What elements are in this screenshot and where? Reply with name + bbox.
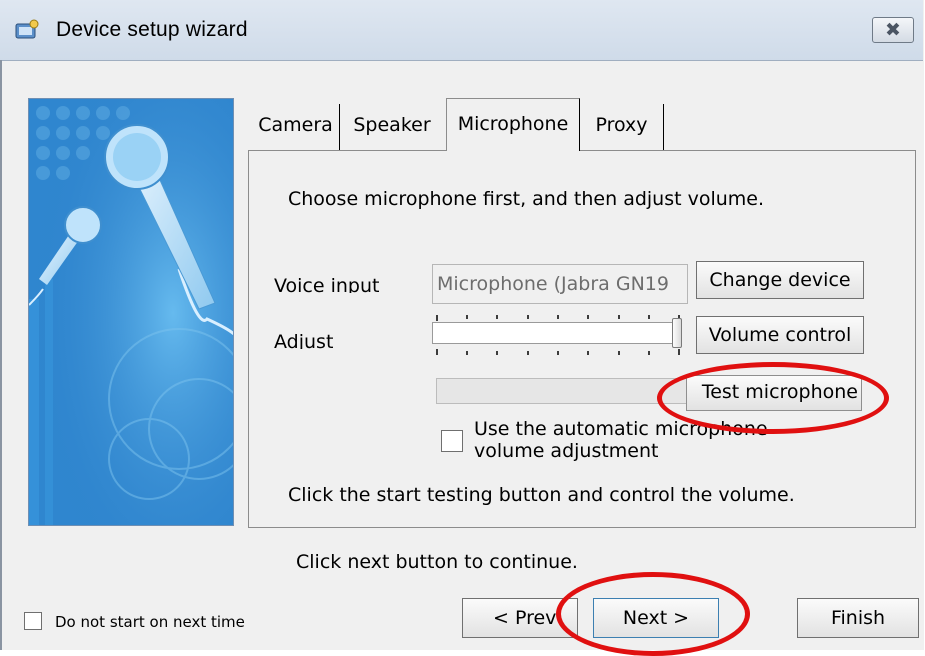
tab-microphone-label: Microphone <box>457 113 569 135</box>
change-device-button[interactable]: Change device <box>696 261 864 299</box>
window-border <box>0 60 2 650</box>
next-label: Next > <box>622 607 690 629</box>
slider-ticks-top <box>436 315 680 321</box>
voice-input-value: Microphone (Jabra GN19 <box>437 273 669 295</box>
volume-slider-thumb[interactable] <box>672 318 682 348</box>
microphone-banner-image <box>28 98 234 526</box>
device-setup-window: Device setup wizard ✖ Camera Speaker Mic… <box>0 0 924 656</box>
volume-control-button[interactable]: Volume control <box>696 316 864 354</box>
tab-camera-label: Camera <box>258 114 333 136</box>
title-bar: Device setup wizard ✖ <box>0 0 923 61</box>
voice-input-label: Voice input <box>274 275 380 293</box>
finish-label: Finish <box>830 607 886 629</box>
close-icon: ✖ <box>885 19 901 41</box>
next-button[interactable]: Next > <box>593 598 719 638</box>
test-microphone-label: Test microphone <box>701 381 858 403</box>
slider-ticks-bottom <box>436 349 680 355</box>
do-not-start-checkbox[interactable] <box>24 612 42 630</box>
auto-volume-checkbox[interactable] <box>441 430 463 452</box>
close-button[interactable]: ✖ <box>872 17 914 43</box>
voice-input-field[interactable]: Microphone (Jabra GN19 <box>432 264 688 304</box>
microphone-level-meter <box>436 378 688 404</box>
volume-slider-track[interactable] <box>432 322 682 344</box>
microphone-illustration <box>29 99 233 525</box>
continue-hint: Click next button to continue. <box>296 551 578 573</box>
finish-button[interactable]: Finish <box>797 598 919 638</box>
auto-volume-label: Use the automatic microphone volume adju… <box>474 418 768 462</box>
auto-volume-label-line2: volume adjustment <box>474 440 659 462</box>
adjust-label: Adjust <box>274 331 334 349</box>
test-instruction: Click the start testing button and contr… <box>288 484 795 506</box>
tab-speaker[interactable]: Speaker <box>341 104 443 150</box>
volume-control-label: Volume control <box>708 324 852 346</box>
tab-proxy-label: Proxy <box>595 114 648 136</box>
microphone-instruction: Choose microphone first, and then adjust… <box>288 188 765 210</box>
tab-speaker-label: Speaker <box>353 114 431 136</box>
window-title: Device setup wizard <box>56 18 248 41</box>
tab-camera[interactable]: Camera <box>252 104 340 150</box>
auto-volume-label-line1: Use the automatic microphone <box>474 418 768 440</box>
do-not-start-label: Do not start on next time <box>55 613 245 631</box>
tab-proxy[interactable]: Proxy <box>580 104 664 150</box>
prev-button[interactable]: < Prev <box>462 598 578 638</box>
wizard-app-icon <box>15 19 39 39</box>
prev-label: < Prev <box>493 607 557 629</box>
tab-microphone[interactable]: Microphone <box>446 98 580 151</box>
test-microphone-button[interactable]: Test microphone <box>686 375 862 411</box>
change-device-label: Change device <box>709 269 851 291</box>
